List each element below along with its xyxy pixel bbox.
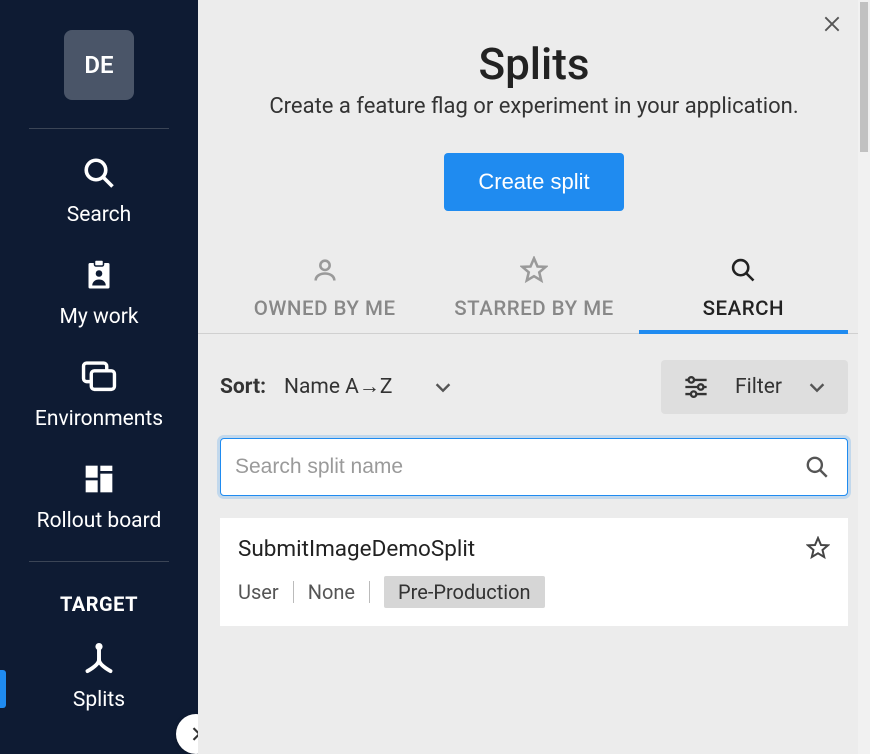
sort-dropdown[interactable]: Name A→Z: [284, 375, 454, 399]
sort-value: Name A→Z: [284, 375, 392, 399]
tab-starred-by-me[interactable]: STARRED BY ME: [429, 255, 638, 333]
nav-label: Environments: [35, 407, 163, 431]
search-field-wrap: [220, 438, 848, 496]
star-outline-icon: [806, 536, 830, 560]
tab-search[interactable]: SEARCH: [639, 255, 848, 333]
star-icon: [520, 255, 548, 285]
tab-owned-by-me[interactable]: OWNED BY ME: [220, 255, 429, 333]
split-meta: User None Pre-Production: [238, 576, 830, 608]
sidebar: DE Search My work Environments: [0, 0, 198, 754]
page-subtitle: Create a feature flag or experiment in y…: [198, 94, 870, 119]
star-button[interactable]: [806, 536, 830, 560]
scrollbar-thumb[interactable]: [860, 2, 868, 152]
search-input[interactable]: [220, 438, 848, 496]
search-icon: [79, 153, 119, 193]
separator: [369, 581, 370, 603]
nav-label: My work: [60, 305, 139, 329]
traffic-type: User: [238, 580, 279, 604]
nav-label: Splits: [73, 688, 125, 712]
nav-label: Rollout board: [37, 509, 162, 533]
search-icon: [729, 255, 757, 285]
filter-button[interactable]: Filter: [661, 360, 848, 414]
person-icon: [311, 255, 339, 285]
stack-icon: [79, 357, 119, 397]
main-panel: Splits Create a feature flag or experime…: [198, 0, 870, 754]
divider: [29, 561, 169, 562]
sort-control: Sort: Name A→Z: [220, 375, 454, 399]
tab-label: STARRED BY ME: [454, 297, 613, 321]
nav-splits[interactable]: Splits: [0, 638, 198, 712]
sort-label: Sort:: [220, 375, 266, 399]
page-title: Splits: [198, 38, 870, 90]
tags-value: None: [308, 580, 355, 604]
nav-rollout-board[interactable]: Rollout board: [0, 459, 198, 533]
split-icon: [79, 638, 119, 678]
section-header-target: TARGET: [60, 592, 138, 616]
workspace-avatar[interactable]: DE: [64, 30, 134, 100]
close-button[interactable]: [822, 14, 842, 34]
scrollbar[interactable]: [858, 0, 870, 754]
sliders-icon: [681, 374, 711, 400]
split-name: SubmitImageDemoSplit: [238, 536, 830, 562]
nav-my-work[interactable]: My work: [0, 255, 198, 329]
close-icon: [822, 14, 842, 34]
create-split-button[interactable]: Create split: [444, 153, 623, 211]
nav-environments[interactable]: Environments: [0, 357, 198, 431]
tab-label: SEARCH: [703, 297, 784, 321]
split-result-card[interactable]: SubmitImageDemoSplit User None Pre-Produ…: [220, 518, 848, 626]
page-header: Splits Create a feature flag or experime…: [198, 0, 870, 211]
chevron-down-icon: [432, 376, 454, 398]
environment-chip: Pre-Production: [384, 576, 545, 608]
filter-label: Filter: [735, 375, 782, 399]
separator: [293, 581, 294, 603]
list-controls: Sort: Name A→Z Filter: [198, 334, 870, 414]
nav-search[interactable]: Search: [0, 153, 198, 227]
search-icon: [804, 454, 830, 480]
active-nav-indicator: [0, 670, 6, 708]
nav-label: Search: [67, 203, 132, 227]
grid-icon: [79, 459, 119, 499]
clipboard-person-icon: [79, 255, 119, 295]
chevron-down-icon: [806, 376, 828, 398]
tab-label: OWNED BY ME: [254, 297, 396, 321]
tabs: OWNED BY ME STARRED BY ME SEARCH: [198, 255, 870, 334]
divider: [29, 128, 169, 129]
